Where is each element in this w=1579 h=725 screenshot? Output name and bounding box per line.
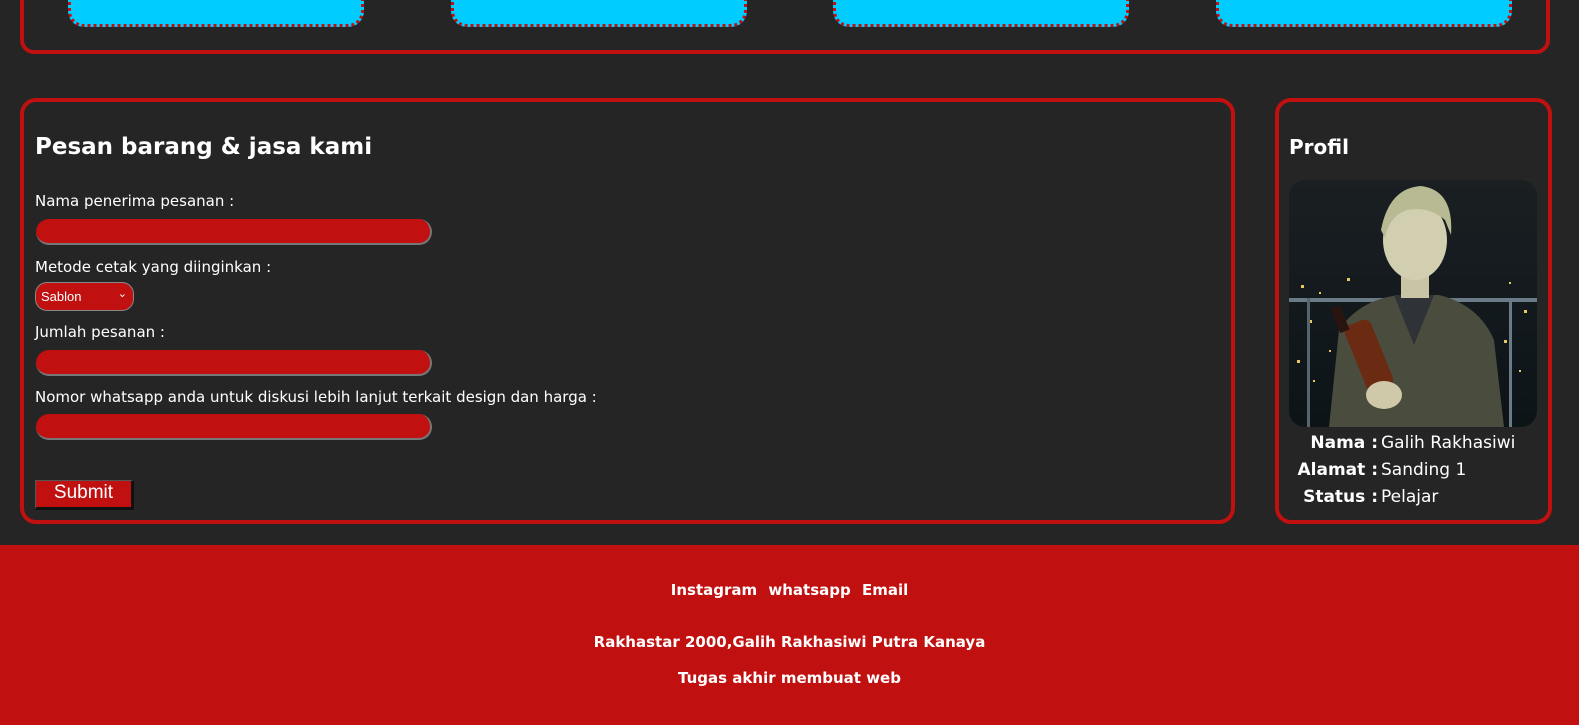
whatsapp-input[interactable] xyxy=(36,414,432,440)
product-card[interactable] xyxy=(451,0,747,27)
profile-title: Profil xyxy=(1289,135,1349,159)
profile-avatar xyxy=(1289,180,1537,427)
quantity-label: Jumlah pesanan : xyxy=(35,323,165,341)
method-label: Metode cetak yang diinginkan : xyxy=(35,258,272,276)
footer-note: Tugas akhir membuat web xyxy=(678,669,901,687)
profile-value: Galih Rakhasiwi xyxy=(1381,433,1516,453)
profile-row-address: Alamat : Sanding 1 xyxy=(1279,460,1548,484)
profile-row-name: Nama : Galih Rakhasiwi xyxy=(1279,433,1548,457)
instagram-link[interactable]: Instagram xyxy=(671,581,757,599)
product-section xyxy=(20,0,1550,54)
order-form-panel: Pesan barang & jasa kami Nama penerima p… xyxy=(20,98,1235,524)
profile-value: Sanding 1 xyxy=(1381,460,1467,480)
footer-links: Instagram whatsapp Email xyxy=(0,581,1579,599)
name-label: Nama penerima pesanan : xyxy=(35,192,235,210)
email-link[interactable]: Email xyxy=(862,581,908,599)
profile-key: Status : xyxy=(1303,487,1378,507)
print-method-select[interactable]: Sablon ⌄ xyxy=(35,282,134,311)
submit-button[interactable]: Submit xyxy=(35,480,134,510)
profile-key: Nama : xyxy=(1310,433,1378,453)
whatsapp-link[interactable]: whatsapp xyxy=(768,581,850,599)
print-method-value: Sablon xyxy=(41,289,82,304)
footer-credit: Rakhastar 2000,Galih Rakhasiwi Putra Kan… xyxy=(593,633,986,651)
chevron-down-icon: ⌄ xyxy=(117,288,127,300)
product-card[interactable] xyxy=(68,0,364,27)
product-card[interactable] xyxy=(1216,0,1512,27)
profile-key: Alamat : xyxy=(1297,460,1378,480)
quantity-input[interactable] xyxy=(36,350,432,376)
whatsapp-label: Nomor whatsapp anda untuk diskusi lebih … xyxy=(35,388,597,406)
footer: Instagram whatsapp Email Rakhastar 2000,… xyxy=(0,545,1579,725)
product-card[interactable] xyxy=(833,0,1129,27)
profile-value: Pelajar xyxy=(1381,487,1439,507)
form-title: Pesan barang & jasa kami xyxy=(35,134,373,160)
profile-row-status: Status : Pelajar xyxy=(1279,487,1548,511)
profile-panel: Profil Nama: Galih Rakhasiwi Alamat: S… xyxy=(1275,98,1552,524)
name-input[interactable] xyxy=(36,219,432,245)
